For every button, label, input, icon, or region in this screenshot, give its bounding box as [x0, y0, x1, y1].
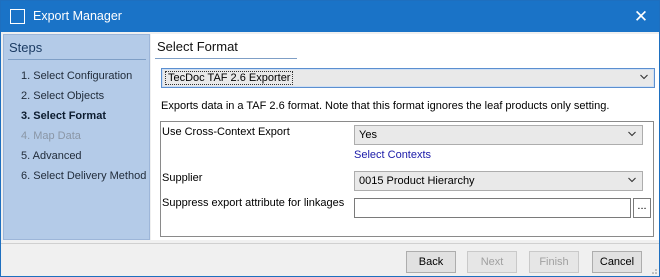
steps-heading: Steps [9, 40, 43, 55]
format-select[interactable]: TecDoc TAF 2.6 Exporter [161, 68, 655, 88]
supplier-select[interactable]: 0015 Product Hierarchy [354, 171, 643, 191]
page-title-divider [155, 58, 297, 59]
close-icon[interactable]: ✕ [631, 7, 651, 27]
title-bar[interactable]: Export Manager ✕ [1, 1, 659, 32]
suppress-attribute-label: Suppress export attribute for linkages [162, 197, 345, 209]
supplier-label: Supplier [162, 172, 203, 184]
footer-divider [1, 243, 659, 244]
supplier-value: 0015 Product Hierarchy [359, 175, 475, 187]
step-map-data: 4. Map Data [21, 130, 81, 142]
chevron-down-icon [628, 177, 636, 183]
step-select-delivery-method[interactable]: 6. Select Delivery Method [21, 170, 146, 182]
cancel-button[interactable]: Cancel [592, 251, 642, 273]
content-area: Select Format TecDoc TAF 2.6 Exporter Ex… [151, 34, 659, 240]
page-title: Select Format [157, 39, 238, 54]
format-select-value: TecDoc TAF 2.6 Exporter [165, 71, 294, 85]
steps-sidebar: Steps 1. Select Configuration 2. Select … [3, 34, 150, 240]
step-advanced[interactable]: 5. Advanced [21, 150, 82, 162]
cross-context-value: Yes [359, 129, 377, 141]
cross-context-select[interactable]: Yes [354, 125, 643, 145]
next-button[interactable]: Next [467, 251, 517, 273]
export-manager-window: Export Manager ✕ Steps 1. Select Configu… [0, 0, 660, 277]
format-description: Exports data in a TAF 2.6 format. Note t… [161, 100, 610, 112]
back-button[interactable]: Back [406, 251, 456, 273]
resize-grip-icon[interactable] [649, 266, 657, 274]
browse-button[interactable]: ... [633, 198, 651, 218]
step-select-configuration[interactable]: 1. Select Configuration [21, 70, 132, 82]
format-settings-panel: Use Cross-Context Export Yes Select Cont… [160, 121, 654, 237]
step-select-objects[interactable]: 2. Select Objects [21, 90, 104, 102]
steps-heading-divider [8, 59, 146, 60]
step-select-format[interactable]: 3. Select Format [21, 110, 106, 122]
chevron-down-icon [628, 131, 636, 137]
window-app-icon [10, 9, 25, 24]
chevron-down-icon [640, 74, 648, 80]
finish-button[interactable]: Finish [529, 251, 579, 273]
suppress-attribute-input[interactable] [354, 198, 631, 218]
window-title: Export Manager [33, 9, 122, 23]
select-contexts-link[interactable]: Select Contexts [354, 149, 431, 161]
cross-context-label: Use Cross-Context Export [162, 126, 290, 138]
